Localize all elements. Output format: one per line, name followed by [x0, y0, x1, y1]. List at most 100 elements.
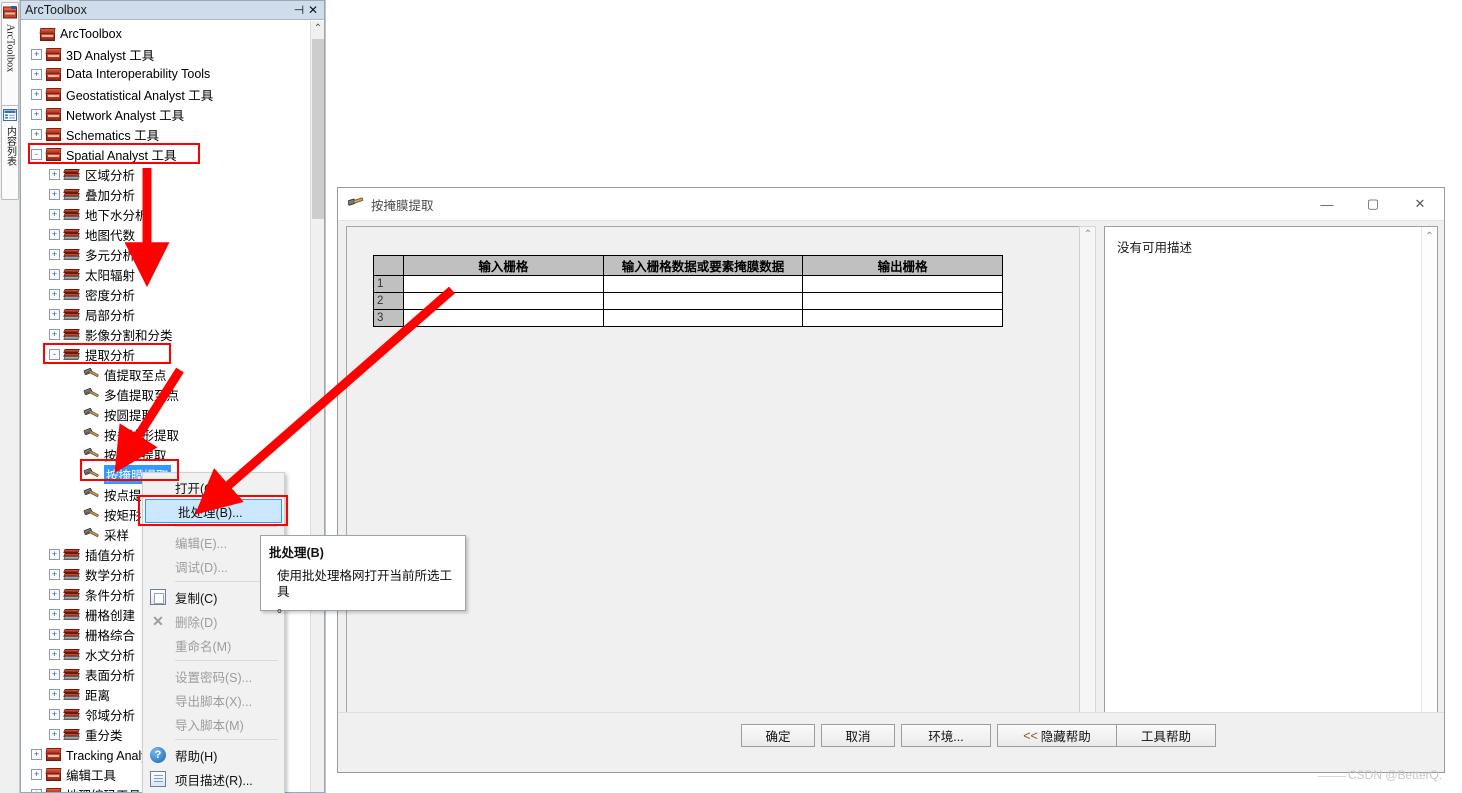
scroll-up-icon[interactable]: ⌃	[1080, 227, 1096, 243]
tree-expander[interactable]: +	[49, 708, 60, 720]
minimize-icon[interactable]: —	[1304, 188, 1350, 220]
toolbox-icon	[39, 27, 56, 41]
tree-item[interactable]: 按圆提取	[21, 404, 309, 424]
tooltip-body-2: 。	[277, 601, 290, 615]
batch-grid-col-output-raster[interactable]: 输出栅格	[802, 255, 1003, 276]
tree-expander[interactable]: -	[31, 148, 42, 160]
tree-item[interactable]: ArcToolbox	[21, 24, 309, 44]
batch-grid[interactable]: 输入栅格 输入栅格数据或要素掩膜数据 输出栅格 123	[373, 255, 1003, 327]
tree-expander[interactable]: +	[49, 288, 60, 300]
tree-item[interactable]: +3D Analyst 工具	[21, 44, 309, 64]
scroll-up-icon[interactable]: ⌃	[1422, 229, 1437, 245]
context-menu-item[interactable]: 项目描述(R)...	[143, 767, 284, 791]
grid-cell[interactable]	[403, 309, 604, 327]
params-vertical-scrollbar[interactable]: ⌃ ⌄	[1079, 226, 1096, 733]
tree-item[interactable]: + 多元分析	[21, 244, 309, 264]
tree-expander[interactable]: +	[49, 188, 60, 200]
pin-icon[interactable]: ⊣	[292, 3, 306, 17]
tree-expander[interactable]: +	[49, 608, 60, 620]
tree-item[interactable]: - Spatial Analyst 工具	[21, 144, 309, 164]
context-menu-item-label: 帮助(H)	[175, 749, 218, 764]
tree-item[interactable]: + Schematics 工具	[21, 124, 309, 144]
tree-expander[interactable]: +	[49, 728, 60, 740]
tree-item-label: 提取分析	[85, 348, 136, 363]
scrollbar-thumb[interactable]	[312, 39, 324, 219]
tree-expander[interactable]: +	[49, 648, 60, 660]
context-menu-item-label: 复制(C)	[175, 591, 218, 606]
watermark-rule	[1318, 776, 1346, 777]
grid-cell[interactable]	[802, 275, 1003, 293]
tree-item[interactable]: 值提取至点	[21, 364, 309, 384]
tree-item[interactable]: + 影像分割和分类	[21, 324, 309, 344]
tree-expander[interactable]: +	[49, 308, 60, 320]
tree-item[interactable]: + 局部分析	[21, 304, 309, 324]
tree-expander[interactable]: +	[31, 108, 42, 120]
tree-item[interactable]: - 提取分析	[21, 344, 309, 364]
cancel-button[interactable]: 取消	[821, 724, 895, 747]
tree-expander[interactable]: +	[31, 128, 42, 140]
context-menu-item[interactable]: 打开(O)...	[143, 475, 284, 499]
hammer-icon	[83, 507, 100, 521]
tree-expander[interactable]: +	[49, 568, 60, 580]
grid-cell[interactable]	[602, 275, 804, 293]
tree-expander[interactable]: +	[49, 688, 60, 700]
context-menu-item[interactable]: 批处理(B)...	[145, 499, 282, 523]
tree-expander[interactable]: +	[49, 208, 60, 220]
scroll-up-icon[interactable]: ⌃	[311, 23, 325, 37]
tree-expander[interactable]: +	[49, 668, 60, 680]
grid-cell[interactable]	[802, 309, 1003, 327]
context-menu-item-label: 项目描述(R)...	[175, 773, 253, 788]
tree-item[interactable]: + Data Interoperability Tools	[21, 64, 309, 84]
maximize-icon[interactable]: ▢	[1350, 188, 1396, 220]
batch-grid-col-mask-data[interactable]: 输入栅格数据或要素掩膜数据	[602, 255, 804, 276]
close-icon[interactable]: ✕	[306, 3, 320, 17]
tree-expander[interactable]: +	[49, 588, 60, 600]
tree-expander[interactable]: +	[31, 768, 42, 780]
grid-cell[interactable]	[602, 309, 804, 327]
context-menu-item[interactable]: ? 帮助(H)	[143, 743, 284, 767]
grid-cell[interactable]	[403, 275, 604, 293]
tree-expander[interactable]: +	[31, 68, 42, 80]
tree-expander[interactable]: +	[49, 268, 60, 280]
window-controls: — ▢ ✕	[1304, 188, 1444, 220]
grid-cell[interactable]	[403, 292, 604, 310]
tree-item[interactable]: + 地图代数	[21, 224, 309, 244]
grid-cell[interactable]	[602, 292, 804, 310]
tree-item[interactable]: 按多边形提取	[21, 424, 309, 444]
batch-grid-col-input-raster[interactable]: 输入栅格	[403, 255, 604, 276]
grid-cell[interactable]	[802, 292, 1003, 310]
context-menu-item-label: 设置密码(S)...	[175, 670, 253, 685]
environments-button[interactable]: 环境...	[901, 724, 991, 747]
tree-item[interactable]: + 密度分析	[21, 284, 309, 304]
tree-expander[interactable]: +	[49, 168, 60, 180]
tree-item[interactable]: + 地下水分析	[21, 204, 309, 224]
tool-help-button[interactable]: 工具帮助	[1116, 724, 1216, 747]
tree-expander[interactable]: +	[49, 248, 60, 260]
table-row[interactable]: 3	[373, 309, 1003, 327]
table-row[interactable]: 1	[373, 275, 1003, 293]
tree-expander[interactable]: +	[31, 88, 42, 100]
help-vertical-scrollbar[interactable]: ⌃ ⌄	[1421, 227, 1437, 730]
tree-item[interactable]: + 区域分析	[21, 164, 309, 184]
tree-expander[interactable]: -	[49, 348, 60, 360]
close-icon[interactable]: ✕	[1396, 188, 1444, 220]
ok-button[interactable]: 确定	[741, 724, 815, 747]
tree-item[interactable]: + Network Analyst 工具	[21, 104, 309, 124]
tree-item[interactable]: 多值提取至点	[21, 384, 309, 404]
tree-expander[interactable]: +	[49, 548, 60, 560]
tooltip-body: 使用批处理格网打开当前所选工具	[277, 569, 453, 599]
tree-expander[interactable]: +	[31, 788, 42, 792]
tree-expander[interactable]: +	[49, 628, 60, 640]
tree-expander[interactable]: +	[31, 748, 42, 760]
table-row[interactable]: 2	[373, 292, 1003, 310]
tree-expander[interactable]: +	[49, 328, 60, 340]
tree-item[interactable]: + 太阳辐射	[21, 264, 309, 284]
panel-vertical-scrollbar[interactable]: ⌃	[310, 21, 324, 792]
hide-help-button[interactable]: << 隐藏帮助	[997, 724, 1117, 747]
tree-expander[interactable]: +	[31, 48, 42, 60]
tree-item[interactable]: + 叠加分析	[21, 184, 309, 204]
vertical-tab-toc[interactable]: 内容列表	[1, 105, 19, 200]
tree-item[interactable]: 按属性提取	[21, 444, 309, 464]
tree-item[interactable]: + Geostatistical Analyst 工具	[21, 84, 309, 104]
tree-expander[interactable]: +	[49, 228, 60, 240]
